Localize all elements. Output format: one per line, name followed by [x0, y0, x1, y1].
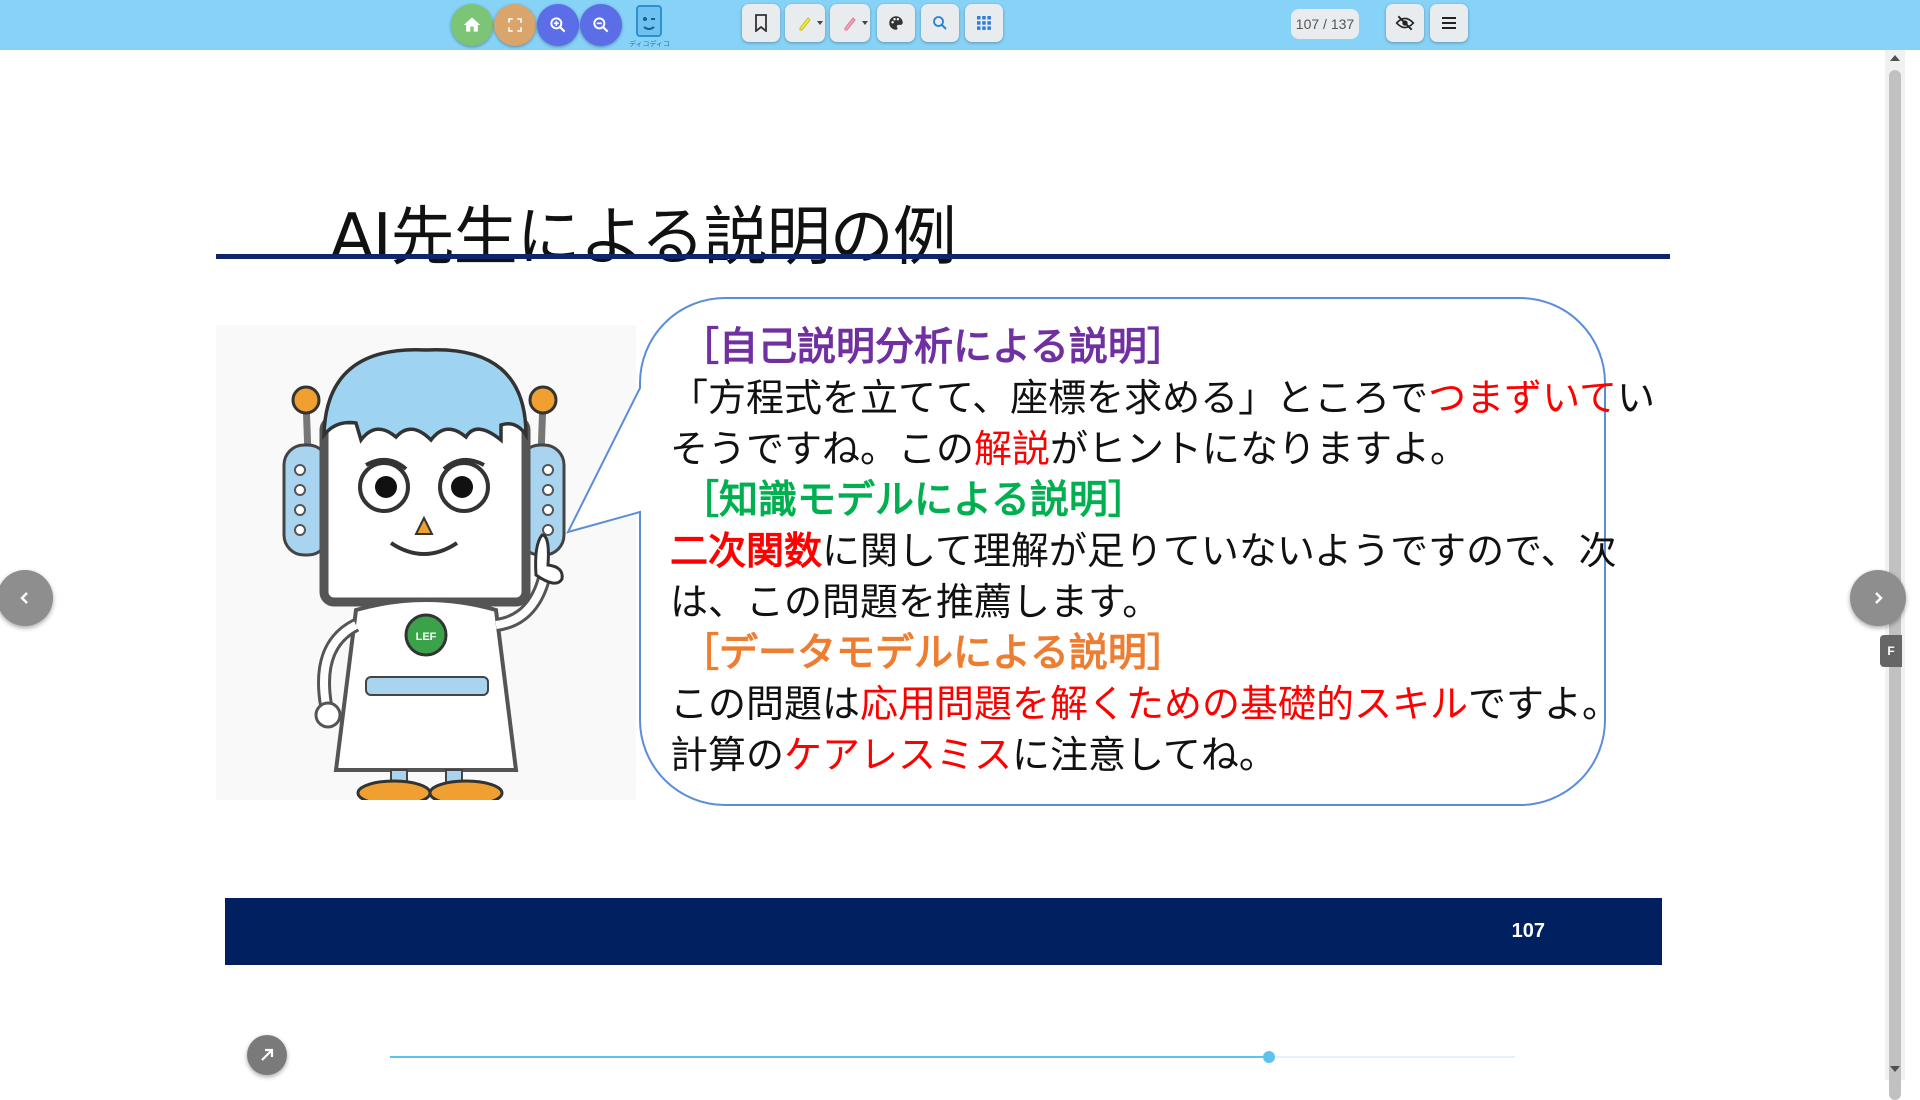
dropdown-caret-icon[interactable]: [817, 21, 823, 25]
app-logo: ディコディコ: [629, 3, 671, 48]
marker-icon: [844, 17, 856, 31]
slide-footer-bar: 107: [225, 898, 1662, 965]
hide-toolbar-button[interactable]: [1386, 4, 1424, 42]
highlighter-icon: [799, 17, 811, 31]
scroll-down-arrow-icon[interactable]: [1890, 1066, 1900, 1072]
arrow-up-right-icon: [261, 1048, 274, 1061]
top-toolbar: ディコディコ 107 / 137: [0, 0, 1920, 50]
eye-off-icon: [1395, 15, 1415, 31]
highlight-segment: 応用問題を解くための基礎的スキル: [860, 682, 1469, 726]
zoom-out-button[interactable]: [580, 4, 622, 46]
section-line: 「方程式を立てて、座標を求める」ところでつまずいてい: [670, 373, 1655, 424]
bookmark-icon: [755, 14, 767, 32]
page-progress-slider[interactable]: [390, 1051, 1515, 1063]
section-line: そうですね。この解説がヒントになりますよ。: [670, 424, 1590, 475]
home-button[interactable]: [451, 4, 493, 46]
explanation-text: ［自己説明分析による説明］ 「方程式を立てて、座標を求める」ところでつまずいてい…: [670, 322, 1655, 781]
text-segment: ですよ。: [1468, 682, 1621, 726]
section-heading-data-model: ［データモデルによる説明］: [680, 631, 1186, 676]
side-panel-tab[interactable]: F: [1880, 635, 1902, 667]
previous-page-button[interactable]: [0, 570, 53, 626]
slide-title: AI先生による説明の例: [330, 201, 957, 275]
fullscreen-button[interactable]: [494, 4, 536, 46]
text-segment: そうですね。この: [670, 427, 975, 471]
text-segment: に注意してね。: [1012, 733, 1277, 777]
text-segment: は、この問題を推薦します。: [670, 580, 1161, 624]
text-segment: 計算の: [670, 733, 785, 777]
menu-button[interactable]: [1430, 4, 1468, 42]
search-button[interactable]: [921, 4, 959, 42]
grid-button[interactable]: [965, 4, 1003, 42]
text-segment: に関して理解が足りていないようですので、次: [822, 529, 1617, 573]
palette-icon: [889, 16, 903, 30]
dropdown-caret-icon[interactable]: [862, 21, 868, 25]
zoom-in-icon: [550, 17, 566, 33]
bookmark-button[interactable]: [742, 4, 780, 42]
text-segment: この問題は: [670, 682, 861, 726]
chevron-right-icon: [1875, 592, 1883, 604]
section-heading-knowledge-model: ［知識モデルによる説明］: [680, 478, 1147, 523]
app-logo-text: ディコディコ: [629, 40, 671, 48]
progress-knob[interactable]: [1262, 1051, 1275, 1063]
progress-fill: [390, 1056, 1269, 1058]
zoom-out-icon: [593, 17, 609, 33]
text-segment: がヒントになりますよ。: [1050, 427, 1469, 471]
highlight-segment: ケアレスミス: [784, 733, 1013, 777]
menu-icon: [1442, 17, 1456, 29]
vertical-scrollbar[interactable]: [1885, 50, 1905, 1100]
section-line: 計算のケアレスミスに注意してね。: [670, 730, 1590, 781]
highlight-segment: 解説: [974, 427, 1051, 471]
mascot-badge-text: LEF: [416, 631, 437, 643]
slide-number: 107: [1511, 920, 1545, 942]
palette-button[interactable]: [877, 4, 915, 42]
highlight-segment: つまずいて: [1428, 376, 1617, 420]
zoom-in-button[interactable]: [537, 4, 579, 46]
scroll-up-arrow-icon[interactable]: [1890, 55, 1900, 61]
highlighter-button[interactable]: [785, 4, 825, 42]
text-segment: い: [1616, 376, 1655, 420]
title-underline: [216, 254, 1670, 259]
home-icon: [463, 17, 481, 32]
next-page-button[interactable]: [1850, 570, 1906, 626]
grid-icon: [977, 16, 991, 30]
fullscreen-icon: [508, 18, 522, 32]
highlight-segment: 二次関数: [670, 529, 823, 573]
section-line: 二次関数に関して理解が足りていないようですので、次: [670, 526, 1617, 577]
section-line: は、この問題を推薦します。: [670, 577, 1590, 628]
page-counter[interactable]: 107 / 137: [1291, 9, 1359, 39]
chevron-left-icon: [20, 592, 28, 604]
search-icon: [933, 16, 947, 30]
section-heading-self-explanation: ［自己説明分析による説明］: [680, 325, 1186, 370]
marker-button[interactable]: [830, 4, 870, 42]
section-line: この問題は応用問題を解くための基礎的スキルですよ。: [670, 679, 1620, 730]
text-segment: 「方程式を立てて、座標を求める」ところで: [670, 376, 1429, 420]
expand-button[interactable]: [247, 1035, 287, 1075]
